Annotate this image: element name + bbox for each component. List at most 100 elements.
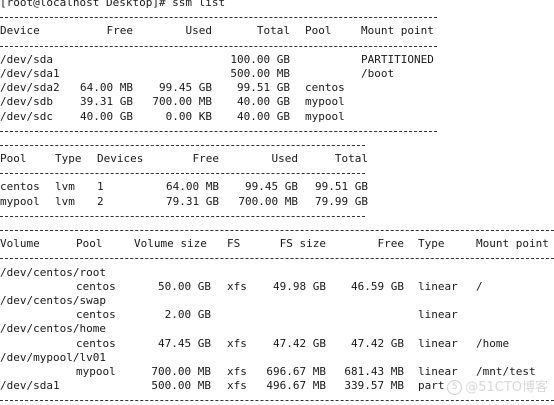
device-row: /dev/sdb 39.31 GB 700.00 MB 40.00 GB mypool [0,95,554,109]
table-cell: 99.51 GB [315,180,368,194]
table-cell: mypool [305,95,345,109]
volume-name: /dev/centos/root [0,265,106,279]
table-cell: centos [0,180,40,194]
volume-pool: centos [76,279,116,293]
volume-name: /dev/centos/home [0,322,106,336]
dashed-rule [0,215,365,217]
device-table-bottom-rule [0,124,554,138]
volume-detail-row: centos 2.00 GB linear [0,308,554,322]
volume-free: 46.59 GB [351,279,404,293]
table-cell: Pool [76,237,103,251]
volume-mount: / [476,279,483,293]
table-cell: Pool [305,24,332,38]
table-cell: 79.99 GB [315,194,368,208]
table-cell: Type [418,237,445,251]
table-cell: 500.00 MB [151,379,211,393]
volume-size: 2.00 GB [164,308,211,322]
dashed-rule [0,400,554,402]
table-cell: 40.00 GB [237,109,290,123]
table-cell: 99.51 GB [237,81,290,95]
table-cell: 496.67 MB [266,379,326,393]
table-cell: Free [106,24,134,38]
prompt-text: [root@localhost Desktop]# ssm list [0,0,226,9]
pool-row: centos lvm 1 64.00 MB 99.45 GB 99.51 GB [0,180,554,194]
table-cell: lvm [55,194,75,208]
table-cell: part [418,379,445,393]
volume-pool: centos [76,308,116,322]
dashed-rule [0,230,554,231]
device-table-header-rule [0,39,554,53]
table-cell: FS [227,237,241,251]
table-cell: Used [185,24,213,38]
table-cell: 1 [97,180,104,194]
table-cell: 500.00 MB [230,66,290,80]
table-cell: Free [192,152,220,166]
table-cell: lvm [55,180,75,194]
pool-table-bottom-rule [0,209,554,223]
table-cell: xfs [227,379,247,393]
device-row: /dev/sda2 64.00 MB 99.45 GB 99.51 GB centos [0,81,554,95]
volume-detail-row: centos 50.00 GB xfs 49.98 GB 46.59 GB linear / [0,280,554,294]
volume-name: /dev/mypool/lv01 [0,350,106,364]
volume-name-row: /dev/centos/root [0,266,554,280]
table-cell: Mount point [361,24,434,38]
table-cell: /dev/sda1 [0,379,60,393]
volume-table-header-rule [0,251,554,265]
volume-size: 700.00 MB [151,364,211,378]
table-cell: /dev/sda1 [0,66,60,80]
table-cell: 2 [97,194,104,208]
table-cell: Mount point [476,237,549,251]
table-cell: 39.31 GB [80,95,133,109]
volume-fs: xfs [227,364,247,378]
table-cell: centos [305,81,345,95]
watermark: 5 @51CTO博客 [447,376,548,395]
table-cell: Used [271,152,299,166]
table-cell: 0.00 KB [165,109,212,123]
watermark-text: @51CTO博客 [465,380,548,395]
table-cell: 700.00 MB [238,194,298,208]
device-row: /dev/sda1 500.00 MB/boot [0,67,554,81]
volume-table-top-rule [0,223,554,237]
table-cell: Free [377,237,405,251]
table-cell: 64.00 MB [80,81,133,95]
pool-table-header-rule [0,166,554,180]
table-cell: PARTITIONED [361,52,434,66]
volume-free: 47.42 GB [351,336,404,350]
table-cell: /dev/sda2 [0,81,60,95]
table-cell: mypool [0,194,40,208]
table-cell: mypool [305,109,345,123]
table-cell: Type [55,152,82,166]
dashed-rule [0,144,365,146]
table-cell: 40.00 GB [80,109,133,123]
dashed-rule [0,130,437,132]
volume-name: /dev/centos/swap [0,293,106,307]
table-cell: Volume [0,237,40,251]
volume-size: 47.45 GB [158,336,211,350]
table-cell: Total [256,24,290,38]
device-table-top-rule [0,10,554,24]
device-row: /dev/sdc 40.00 GB 0.00 KB 40.00 GB mypool [0,110,554,124]
table-cell: Devices [97,152,144,166]
device-table-header: Device Free Used Total Pool Mount point [0,24,554,38]
pool-table-top-rule [0,138,554,152]
terminal-window[interactable]: [root@localhost Desktop]# ssm list Device… [0,0,554,405]
volume-fs_size: 696.67 MB [266,364,326,378]
table-cell: Device [0,24,40,38]
table-cell: 40.00 GB [237,95,290,109]
volume-size: 50.00 GB [158,279,211,293]
watermark-logo-icon: 5 [447,380,463,395]
volume-table-header: Volume Pool Volume size FS FS size Free Type Mo… [0,237,554,251]
volume-name-row: /dev/mypool/lv01 [0,351,554,365]
command-prompt: [root@localhost Desktop]# ssm list [0,0,554,10]
table-cell: /dev/sdb [0,95,53,109]
volume-fs: xfs [227,279,247,293]
volume-pool: centos [76,336,116,350]
table-cell: FS size [279,237,326,251]
pool-row: mypool lvm 2 79.31 GB 700.00 MB 79.99 GB [0,195,554,209]
table-cell: 99.45 GB [159,81,212,95]
table-cell: Volume size [134,237,207,251]
volume-free: 681.43 MB [344,364,404,378]
dashed-rule [0,45,437,47]
volume-pool: mypool [76,364,116,378]
device-row: /dev/sda 100.00 GB PARTITIONED [0,53,554,67]
